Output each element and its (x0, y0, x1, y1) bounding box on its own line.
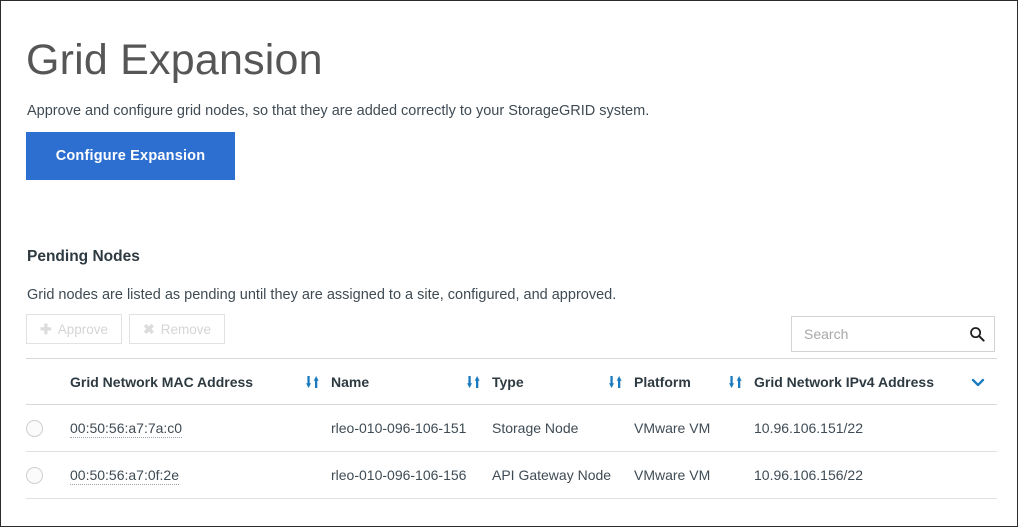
column-header-name-label: Name (331, 373, 370, 390)
grid-expansion-page: Grid Expansion Approve and configure gri… (0, 0, 1018, 527)
column-header-mac-label: Grid Network MAC Address (70, 373, 254, 390)
remove-button-label: Remove (160, 321, 212, 337)
column-header-name[interactable]: Name (331, 359, 492, 405)
row-type-cell: API Gateway Node (492, 467, 612, 483)
column-header-mac[interactable]: Grid Network MAC Address (70, 359, 331, 405)
mac-address-value[interactable]: 00:50:56:a7:0f:2e (70, 467, 179, 485)
table-row[interactable]: 00:50:56:a7:0f:2e rleo-010-096-106-156 A… (26, 452, 997, 499)
approve-button[interactable]: ✚ Approve (26, 314, 123, 344)
table-body: 00:50:56:a7:7a:c0 rleo-010-096-106-151 S… (26, 405, 997, 499)
column-header-select (26, 359, 70, 405)
search-box[interactable] (791, 316, 995, 352)
row-ip-cell: 10.96.106.156/22 (754, 467, 863, 483)
page-intro-text: Approve and configure grid nodes, so tha… (27, 102, 650, 119)
approve-button-label: Approve (57, 321, 109, 337)
pending-nodes-description: Grid nodes are listed as pending until t… (27, 286, 617, 303)
sort-icon[interactable] (609, 375, 622, 389)
search-icon[interactable] (969, 326, 985, 342)
column-header-ip[interactable]: Grid Network IPv4 Address (754, 359, 997, 405)
column-header-ip-label: Grid Network IPv4 Address (754, 373, 934, 390)
pending-nodes-action-bar: ✚ Approve ✖ Remove (26, 314, 226, 344)
row-platform-cell: VMware VM (634, 420, 711, 436)
row-ip-cell: 10.96.106.151/22 (754, 420, 863, 436)
row-mac-cell: 00:50:56:a7:7a:c0 (70, 405, 331, 452)
row-type-cell: Storage Node (492, 420, 579, 436)
row-radio-button[interactable] (26, 466, 43, 484)
configure-expansion-button[interactable]: Configure Expansion (26, 132, 235, 180)
table-header-row: Grid Network MAC Address Name Type Platf… (26, 358, 997, 405)
sort-icon[interactable] (306, 375, 319, 389)
search-input[interactable] (792, 317, 968, 351)
pending-nodes-table: Grid Network MAC Address Name Type Platf… (26, 358, 997, 499)
column-header-platform-label: Platform (634, 373, 691, 390)
row-radio-button[interactable] (26, 419, 43, 437)
plus-icon: ✚ (40, 321, 52, 337)
page-title: Grid Expansion (26, 35, 323, 84)
page-content: Grid Expansion Approve and configure gri… (26, 1, 997, 526)
column-header-platform[interactable]: Platform (634, 359, 754, 405)
mac-address-value[interactable]: 00:50:56:a7:7a:c0 (70, 420, 183, 438)
row-select-cell (26, 405, 70, 452)
column-header-type-label: Type (492, 373, 524, 390)
table-header: Grid Network MAC Address Name Type Platf… (26, 358, 997, 405)
row-select-cell (26, 452, 70, 499)
chevron-down-icon[interactable] (971, 375, 985, 389)
column-header-type[interactable]: Type (492, 359, 634, 405)
pending-nodes-heading: Pending Nodes (27, 247, 140, 265)
sort-icon[interactable] (467, 375, 480, 389)
row-mac-cell: 00:50:56:a7:0f:2e (70, 452, 331, 499)
row-name-cell: rleo-010-096-106-151 (331, 420, 467, 436)
row-platform-cell: VMware VM (634, 467, 711, 483)
sort-icon[interactable] (729, 375, 742, 389)
remove-button[interactable]: ✖ Remove (129, 314, 226, 344)
row-name-cell: rleo-010-096-106-156 (331, 467, 467, 483)
cross-icon: ✖ (143, 321, 155, 337)
table-row[interactable]: 00:50:56:a7:7a:c0 rleo-010-096-106-151 S… (26, 405, 997, 452)
